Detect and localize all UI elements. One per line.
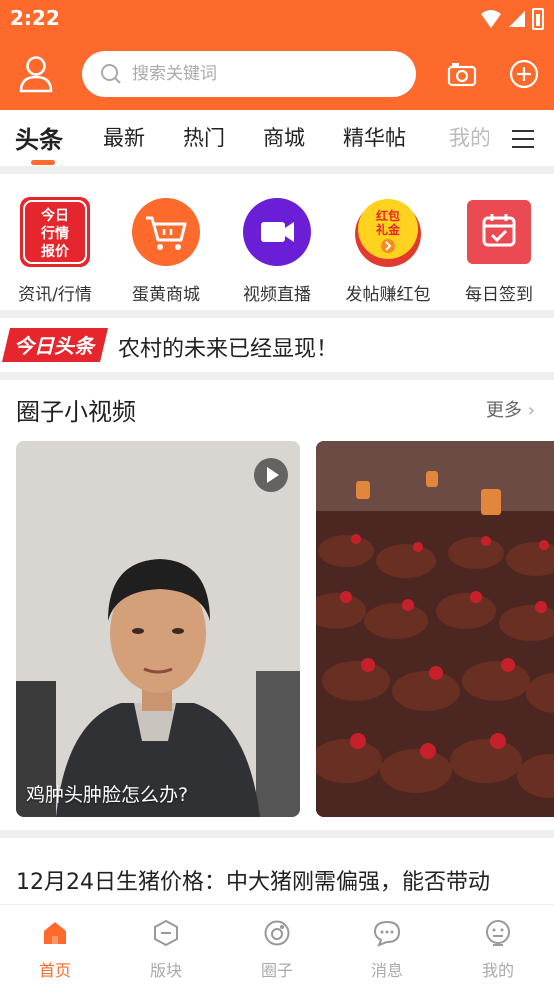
- wifi-icon: [481, 10, 501, 28]
- video-caption: 鸡肿头肿脸怎么办?: [26, 784, 189, 806]
- video-camera-icon: [243, 198, 311, 266]
- video-thumbnail-chickens: [316, 441, 554, 817]
- section-title: 圈子小视频: [16, 398, 136, 426]
- video-card[interactable]: [316, 441, 554, 817]
- search-icon: [101, 64, 121, 84]
- video-card[interactable]: 鸡肿头肿脸怎么办?: [16, 441, 300, 817]
- add-icon[interactable]: [509, 59, 539, 89]
- shortcut-label: 视频直播: [243, 285, 311, 305]
- svg-text:行情: 行情: [40, 225, 69, 242]
- message-icon: [373, 920, 401, 947]
- toutiao-logo: 今日头条: [2, 328, 108, 362]
- cart-icon: [132, 198, 200, 266]
- bottom-nav: 首页 版块 圈子 消息 我的: [0, 904, 554, 984]
- nav-messages[interactable]: 消息: [342, 919, 432, 981]
- shortcut-grid: 今日 行情 报价 资讯/行情 蛋黄商城 视频直播 红包 礼金 发帖赚红包 每日签…: [0, 174, 554, 310]
- nav-label: 消息: [370, 961, 403, 980]
- svg-text:报价: 报价: [41, 244, 70, 260]
- shortcut-label: 蛋黄商城: [132, 285, 200, 305]
- news-item[interactable]: 12月24日生猪价格：中大猪刚需偏强，能否带动: [0, 838, 554, 908]
- shortcut-label: 每日签到: [465, 285, 533, 305]
- header: 2:22: [0, 0, 554, 110]
- shortcut-label: 发帖赚红包: [345, 285, 431, 305]
- tab-featured[interactable]: 精华帖: [343, 122, 406, 152]
- nav-label: 版块: [149, 961, 182, 980]
- status-time: 2:22: [10, 6, 60, 30]
- status-icons: [480, 8, 544, 30]
- nav-label: 我的: [481, 961, 514, 980]
- more-label: 更多: [486, 400, 522, 421]
- red-envelope-icon: 红包 礼金: [355, 199, 421, 267]
- shortcut-market[interactable]: 今日 行情 报价 资讯/行情: [0, 196, 110, 305]
- tab-headlines[interactable]: 头条: [15, 120, 63, 155]
- nav-home[interactable]: 首页: [10, 919, 100, 981]
- svg-text:今日头条: 今日头条: [14, 334, 97, 358]
- nav-circle[interactable]: 圈子: [232, 919, 322, 981]
- signal-icon: [509, 11, 525, 27]
- market-quote-icon: 今日 行情 报价: [20, 197, 90, 267]
- circle-icon: [264, 920, 290, 946]
- shortcut-checkin[interactable]: 每日签到: [444, 196, 554, 305]
- nav-sections[interactable]: 版块: [121, 919, 211, 981]
- calendar-check-icon: [467, 200, 531, 264]
- play-icon[interactable]: [254, 458, 288, 492]
- tab-latest[interactable]: 最新: [103, 122, 145, 152]
- home-icon: [44, 922, 66, 944]
- news-title: 12月24日生猪价格：中大猪刚需偏强，能否带动: [16, 870, 490, 895]
- user-icon[interactable]: [18, 55, 54, 93]
- search-bar[interactable]: [82, 51, 416, 97]
- shortcut-red-envelope[interactable]: 红包 礼金 发帖赚红包: [333, 196, 443, 305]
- headline-text: 农村的未来已经显现！: [118, 337, 339, 362]
- nav-label: 圈子: [260, 961, 293, 980]
- tab-hot[interactable]: 热门: [183, 122, 225, 152]
- status-bar: 2:22: [0, 0, 554, 38]
- svg-text:今日: 今日: [40, 207, 69, 224]
- menu-icon[interactable]: [512, 130, 534, 148]
- svg-text:礼金: 礼金: [376, 222, 401, 237]
- chevron-right-icon: ›: [522, 400, 535, 421]
- camera-icon[interactable]: [447, 60, 477, 88]
- top-bar: [0, 38, 554, 110]
- active-tab-indicator: [31, 160, 55, 165]
- nav-profile[interactable]: 我的: [453, 919, 543, 981]
- battery-icon: [532, 8, 544, 30]
- search-input[interactable]: [132, 59, 402, 89]
- shortcut-label: 资讯/行情: [18, 285, 92, 305]
- tab-mall[interactable]: 商城: [263, 122, 305, 152]
- shortcut-live[interactable]: 视频直播: [222, 196, 332, 305]
- more-link[interactable]: 更多 ›: [486, 396, 535, 422]
- shortcut-mall[interactable]: 蛋黄商城: [111, 196, 221, 305]
- category-tabs: 头条 最新 热门 商城 精华帖 我的: [0, 110, 554, 166]
- tab-mine[interactable]: 我的: [449, 122, 489, 152]
- hexagon-icon: [154, 919, 178, 947]
- circle-videos-section: 圈子小视频 更多 › 鸡肿头肿脸怎么办?: [0, 380, 554, 830]
- svg-text:红包: 红包: [376, 208, 400, 223]
- headline-banner[interactable]: 今日头条 农村的未来已经显现！: [0, 318, 554, 372]
- nav-label: 首页: [38, 961, 71, 980]
- profile-icon: [486, 920, 510, 946]
- video-thumbnail-man: [16, 441, 300, 817]
- app-root: 2:22 搜索关键词 头条 最新 热门 商城 精华帖 我的 今日 行情 报价 资…: [0, 0, 554, 984]
